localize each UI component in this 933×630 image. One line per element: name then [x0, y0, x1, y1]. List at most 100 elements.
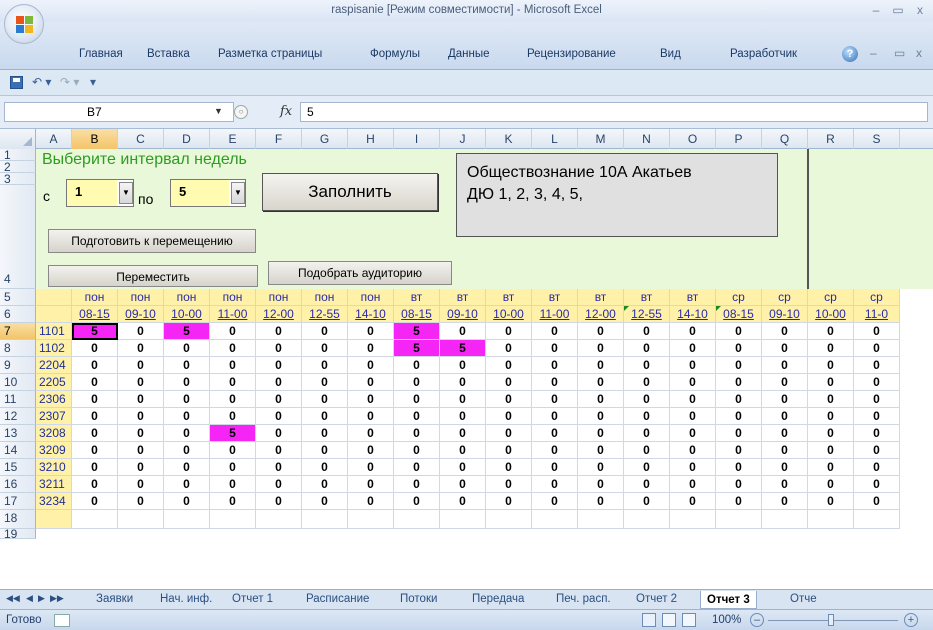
row-header-10[interactable]: 10 [0, 374, 36, 391]
empty-cell[interactable] [716, 510, 762, 529]
schedule-cell[interactable]: 0 [532, 391, 578, 408]
empty-cell[interactable] [118, 510, 164, 529]
schedule-cell[interactable]: 0 [670, 476, 716, 493]
time-header[interactable]: 14-10 [670, 306, 716, 323]
column-header-n[interactable]: N [624, 129, 670, 149]
time-header[interactable]: 08-15 [394, 306, 440, 323]
room-cell[interactable]: 3208 [36, 425, 72, 442]
schedule-cell[interactable]: 0 [716, 476, 762, 493]
time-header[interactable]: 09-10 [762, 306, 808, 323]
name-box-dropdown-icon[interactable]: ▼ [214, 106, 223, 116]
schedule-cell[interactable]: 0 [578, 323, 624, 340]
from-week-combobox[interactable]: 1 ▼ [66, 179, 134, 207]
empty-cell[interactable] [72, 510, 118, 529]
schedule-cell[interactable]: 0 [302, 459, 348, 476]
page-layout-view-icon[interactable] [662, 613, 676, 627]
schedule-cell[interactable]: 0 [210, 374, 256, 391]
day-header[interactable]: вт [624, 289, 670, 306]
sheet-tab[interactable]: Отчет 3 [700, 591, 757, 609]
empty-cell[interactable] [624, 510, 670, 529]
row-header-8[interactable]: 8 [0, 340, 36, 357]
schedule-cell[interactable]: 0 [532, 340, 578, 357]
schedule-cell[interactable]: 0 [440, 323, 486, 340]
schedule-cell[interactable]: 0 [164, 357, 210, 374]
schedule-cell[interactable]: 0 [808, 374, 854, 391]
schedule-cell[interactable]: 0 [762, 442, 808, 459]
schedule-cell[interactable]: 0 [394, 374, 440, 391]
zoom-in-icon[interactable]: + [904, 613, 918, 627]
schedule-cell[interactable]: 0 [624, 493, 670, 510]
schedule-cell[interactable]: 0 [164, 493, 210, 510]
schedule-cell[interactable]: 0 [808, 340, 854, 357]
spreadsheet[interactable]: ABCDEFGHIJKLMNOPQRS 1 2 3 4 5 6 7 8 9 10 11 12 13 14 1… [0, 129, 933, 589]
schedule-cell[interactable]: 0 [624, 374, 670, 391]
schedule-cell[interactable]: 0 [716, 493, 762, 510]
schedule-cell[interactable]: 0 [348, 408, 394, 425]
schedule-cell[interactable]: 0 [440, 493, 486, 510]
empty-cell[interactable] [302, 510, 348, 529]
schedule-cell[interactable]: 0 [440, 357, 486, 374]
day-header[interactable]: вт [394, 289, 440, 306]
day-header[interactable]: ср [854, 289, 900, 306]
schedule-cell[interactable]: 0 [624, 408, 670, 425]
sheet-tab[interactable]: Печ. расп. [556, 593, 611, 605]
schedule-cell[interactable]: 0 [302, 357, 348, 374]
schedule-cell[interactable]: 0 [256, 442, 302, 459]
schedule-cell[interactable]: 0 [808, 442, 854, 459]
schedule-cell[interactable]: 0 [394, 357, 440, 374]
room-cell[interactable]: 3234 [36, 493, 72, 510]
move-button[interactable]: Переместить [48, 265, 258, 287]
ribbon-close-icon[interactable]: x [916, 46, 922, 60]
zoom-slider-handle[interactable] [828, 614, 834, 626]
schedule-cell[interactable]: 0 [532, 323, 578, 340]
schedule-cell[interactable]: 0 [72, 391, 118, 408]
schedule-cell[interactable]: 0 [854, 459, 900, 476]
time-header[interactable]: 08-15 [716, 306, 762, 323]
schedule-cell[interactable]: 0 [210, 357, 256, 374]
schedule-cell[interactable]: 0 [670, 357, 716, 374]
row-header-11[interactable]: 11 [0, 391, 36, 408]
row-header-19[interactable]: 19 [0, 528, 36, 540]
schedule-cell[interactable]: 0 [670, 374, 716, 391]
schedule-cell[interactable]: 0 [164, 442, 210, 459]
empty-cell[interactable] [854, 510, 900, 529]
column-header-p[interactable]: P [716, 129, 762, 149]
schedule-cell[interactable]: 0 [624, 391, 670, 408]
schedule-cell[interactable]: 0 [532, 357, 578, 374]
schedule-cell[interactable]: 0 [118, 493, 164, 510]
schedule-cell[interactable]: 0 [532, 442, 578, 459]
schedule-cell[interactable]: 0 [394, 459, 440, 476]
schedule-cell[interactable]: 0 [302, 425, 348, 442]
schedule-cell[interactable]: 0 [440, 476, 486, 493]
schedule-cell[interactable]: 0 [256, 493, 302, 510]
schedule-cell[interactable]: 0 [854, 357, 900, 374]
schedule-cell[interactable]: 0 [210, 493, 256, 510]
empty-cell[interactable] [762, 510, 808, 529]
schedule-cell[interactable]: 0 [716, 408, 762, 425]
schedule-cell[interactable]: 0 [762, 391, 808, 408]
schedule-cell[interactable]: 5 [394, 340, 440, 357]
schedule-cell[interactable]: 0 [808, 391, 854, 408]
schedule-cell[interactable]: 0 [624, 340, 670, 357]
schedule-cell[interactable]: 0 [394, 442, 440, 459]
office-button[interactable] [4, 4, 44, 44]
schedule-cell[interactable]: 0 [808, 459, 854, 476]
sheet-tab[interactable]: Отчет 2 [636, 593, 677, 605]
schedule-cell[interactable]: 0 [302, 476, 348, 493]
day-header[interactable]: пон [256, 289, 302, 306]
schedule-cell[interactable]: 0 [670, 493, 716, 510]
tab-insert[interactable]: Вставка [147, 48, 190, 60]
schedule-cell[interactable]: 0 [302, 442, 348, 459]
macro-record-icon[interactable] [54, 614, 70, 627]
schedule-cell[interactable]: 0 [578, 374, 624, 391]
row-header-13[interactable]: 13 [0, 425, 36, 442]
schedule-cell[interactable]: 0 [256, 357, 302, 374]
column-header-d[interactable]: D [164, 129, 210, 149]
close-button[interactable]: x [911, 2, 929, 18]
room-cell[interactable]: 2306 [36, 391, 72, 408]
zoom-out-icon[interactable]: – [750, 613, 764, 627]
zoom-level[interactable]: 100% [712, 614, 741, 626]
schedule-cell[interactable]: 0 [440, 459, 486, 476]
time-header[interactable]: 12-00 [578, 306, 624, 323]
schedule-cell[interactable]: 0 [118, 340, 164, 357]
